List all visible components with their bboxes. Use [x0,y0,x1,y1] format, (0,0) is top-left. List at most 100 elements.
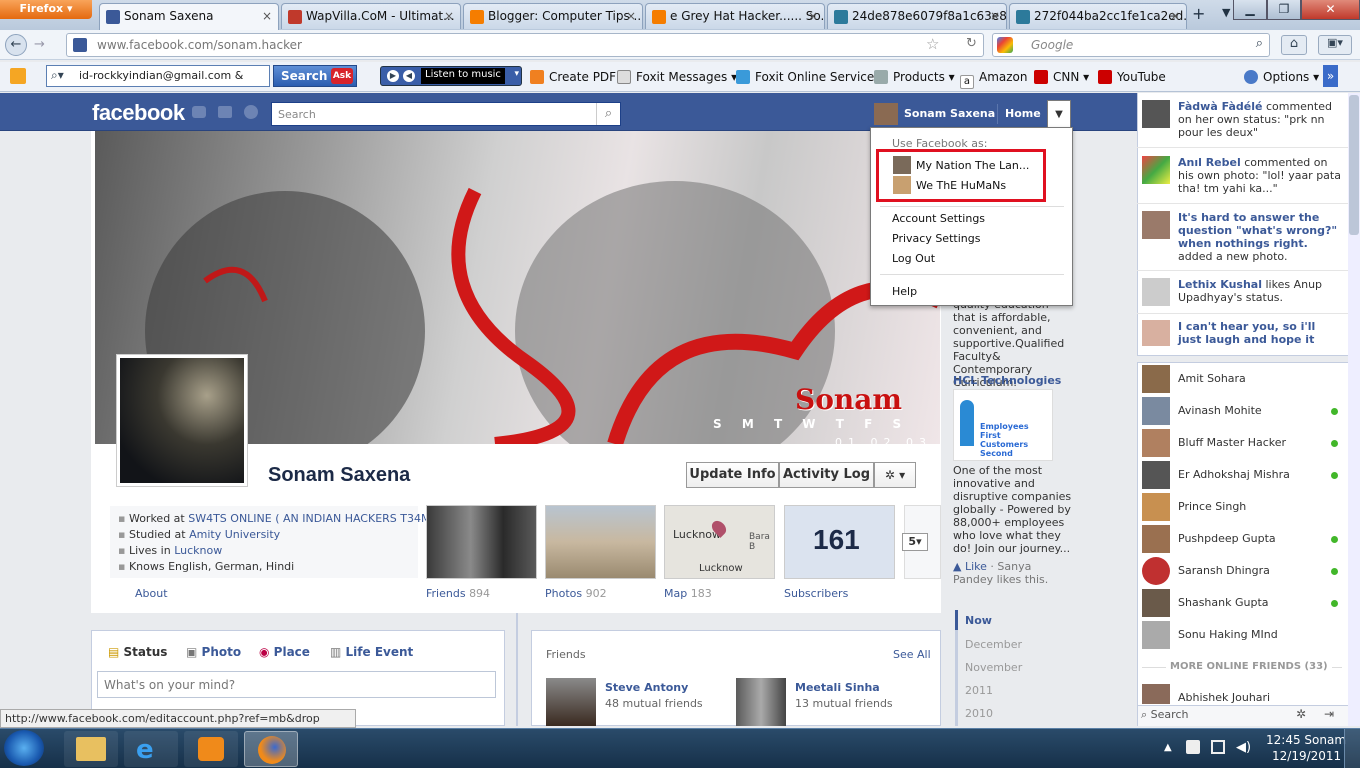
tab-blogger[interactable]: Blogger: Computer Tips ... × [463,3,643,29]
close-tab-icon[interactable]: × [1170,9,1180,23]
firefox-taskbar-button[interactable] [244,731,298,767]
composer-tab-place[interactable]: ◉ Place [259,645,310,659]
chat-friend[interactable]: Avinash Mohite [1142,397,1338,425]
back-arrow-icon[interactable]: ← [5,34,27,56]
new-tab-button[interactable]: + [1192,4,1205,23]
chat-settings-gear-icon[interactable]: ✲ [1296,707,1306,721]
tab-wapvilla[interactable]: WapVilla.CoM - Ultimat... × [281,3,461,29]
notifications-globe-icon[interactable] [244,105,258,119]
chat-friend[interactable]: Pushpdeep Gupta [1142,525,1338,553]
profile-picture[interactable] [116,354,248,487]
composer-tab-life-event[interactable]: ▥ Life Event [330,645,413,659]
like-link[interactable]: Like [965,560,987,573]
scrollbar-thumb[interactable] [1349,95,1359,235]
timeline-nav-now[interactable]: Now [965,614,992,627]
network-icon[interactable] [1211,740,1225,754]
bookmark-foxit-online[interactable]: Foxit Online Services [736,70,881,84]
more-bookmarks-icon[interactable]: » [1323,65,1338,87]
firefox-menu-button[interactable]: Firefox ▾ [0,0,92,19]
close-window-icon[interactable]: ✕ [1301,0,1360,20]
use-as-page-1[interactable]: My Nation The Lan... [916,159,1029,172]
timeline-nav-december[interactable]: December [965,638,1022,651]
friend-photo[interactable] [736,678,786,726]
account-settings-item[interactable]: Account Settings [892,212,985,225]
tab-grey-hat[interactable]: e Grey Hat Hacker...... So... × [645,3,825,29]
user-name-link[interactable]: Sonam Saxena [904,107,995,120]
hide-sidebar-icon[interactable]: ⇥ [1324,707,1334,721]
about-link[interactable]: About [135,587,168,600]
show-hidden-icons-icon[interactable]: ▲ [1164,742,1172,753]
bookmark-products[interactable]: Products ▾ [874,70,955,84]
bookmark-create-pdf[interactable]: Create PDF [530,70,616,84]
chat-friend[interactable]: Saransh Dhingra [1142,557,1338,585]
subscribers-caption[interactable]: Subscribers [784,587,848,600]
friends-tile[interactable] [426,505,537,579]
close-tab-icon[interactable]: × [444,9,454,23]
ticker-story[interactable]: Fàdwà Fàdélé commented on her own status… [1142,100,1342,140]
volume-icon[interactable]: ◀) [1236,740,1251,755]
close-tab-icon[interactable]: × [626,9,636,23]
map-tile[interactable]: Lucknow Bara B Lucknow [664,505,775,579]
ticker-story[interactable]: Anıl Rebel commented on his own photo: "… [1142,156,1342,196]
ad-2-body[interactable]: One of the most innovative and disruptiv… [953,464,1073,555]
privacy-settings-item[interactable]: Privacy Settings [892,232,980,245]
media-player-taskbar-button[interactable] [184,731,238,767]
chat-friend[interactable]: Er Adhokshaj Mishra [1142,461,1338,489]
close-tab-icon[interactable]: × [990,9,1000,23]
subscribers-tile[interactable]: 161 [784,505,895,579]
ie-taskbar-button[interactable]: e [124,731,178,767]
see-all-link[interactable]: See All [893,648,931,661]
show-desktop-button[interactable] [1344,729,1360,768]
forward-arrow-icon[interactable]: → [34,37,45,52]
action-center-icon[interactable] [1186,740,1200,754]
list-tabs-icon[interactable]: ▼ [1222,6,1230,19]
chat-friend[interactable]: Shashank Gupta [1142,589,1338,617]
friend-photo[interactable] [546,678,596,726]
magnifier-icon[interactable]: ⌕ [1256,36,1263,51]
friends-caption[interactable]: Friends 894 [426,587,490,600]
ask-search-input[interactable]: ⌕▾ id-rockkyindian@gmail.com & [46,65,270,87]
chat-friend[interactable]: Abhishek Jouhari [1142,684,1338,704]
addon-bar-icon[interactable]: ▣▾ [1318,35,1352,55]
tab-sonam-saxena[interactable]: Sonam Saxena × [99,3,279,30]
composer-tab-photo[interactable]: ▣ Photo [186,645,241,659]
study-link[interactable]: Amity University [189,528,280,541]
composer-tab-status[interactable]: ▤ Status [108,645,167,659]
bookmark-star-icon[interactable]: ☆ [926,35,939,53]
account-menu-toggle[interactable]: ▼ [1047,100,1071,128]
reload-icon[interactable]: ↻ [966,36,977,51]
explorer-taskbar-button[interactable] [64,731,118,767]
messages-icon[interactable] [218,106,232,118]
activity-log-button[interactable]: Activity Log [779,462,874,488]
status-input[interactable]: What's on your mind? [97,671,496,698]
more-tiles-button[interactable]: 5▾ [902,533,928,551]
ticker-story[interactable]: I can't hear you, so i'll just laugh and… [1142,320,1342,346]
ask-search-button[interactable]: Search Ask [273,65,357,87]
music-player[interactable]: ▶ ◀ Listen to music ▾ [380,66,522,86]
options-button[interactable]: Options ▾ [1244,70,1319,84]
clock-time[interactable]: 12:45 Sonam [1266,733,1346,747]
log-out-item[interactable]: Log Out [892,252,935,265]
help-item[interactable]: Help [892,285,917,298]
bookmark-cnn[interactable]: CNN ▾ [1034,70,1089,84]
chat-search-input[interactable]: ⌕ Search [1141,708,1289,722]
chat-friend[interactable]: Sonu Haking MInd [1142,621,1338,649]
minimize-icon[interactable]: ▁ [1233,0,1267,20]
restore-icon[interactable]: ❐ [1267,0,1301,20]
facebook-search-input[interactable]: Search ⌕ [271,102,621,126]
tab-hash-2[interactable]: 272f044ba2cc1fe1ca2ed... × [1009,3,1187,29]
gear-menu-button[interactable]: ✲ ▾ [874,462,916,488]
facebook-logo[interactable]: facebook [92,100,185,126]
ticker-resize-handle[interactable] [1137,355,1348,363]
photos-caption[interactable]: Photos 902 [545,587,607,600]
start-button-icon[interactable] [4,730,44,766]
lives-link[interactable]: Lucknow [174,544,222,557]
use-as-page-2[interactable]: We ThE HuMaNs [916,179,1006,192]
timeline-nav-2010[interactable]: 2010 [965,707,993,720]
chat-friend[interactable]: Bluff Master Hacker [1142,429,1338,457]
update-info-button[interactable]: Update Info [686,462,779,488]
timeline-nav-2011[interactable]: 2011 [965,684,993,697]
play-icon[interactable]: ▶ [387,70,399,82]
friend-name[interactable]: Meetali Sinha [795,681,880,694]
close-tab-icon[interactable]: × [262,9,272,23]
